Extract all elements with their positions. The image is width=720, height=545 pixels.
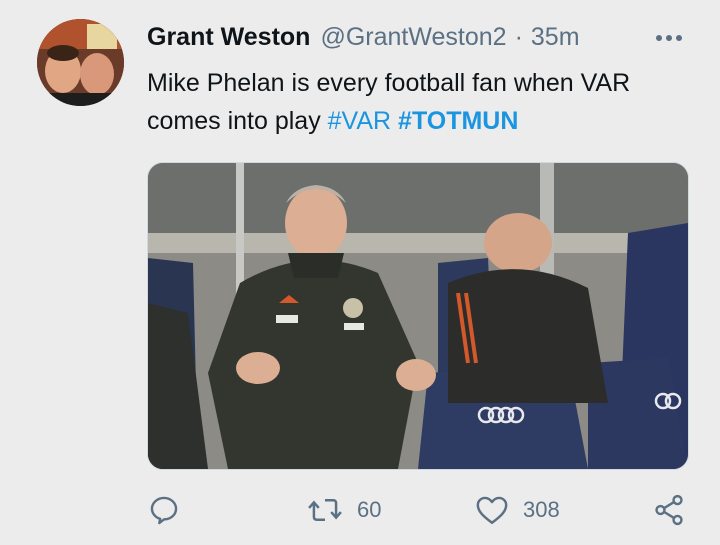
hashtag-totmun[interactable]: #TOTMUN [398, 107, 518, 135]
like-count: 308 [523, 497, 560, 522]
retweet-count: 60 [357, 497, 382, 522]
share-button[interactable] [652, 490, 686, 530]
author-name[interactable]: Grant Weston [147, 23, 310, 52]
retweet-button[interactable]: 60 [307, 490, 381, 530]
tweet-time[interactable]: 35m [531, 23, 580, 52]
hashtag-var[interactable]: #VAR [328, 107, 391, 135]
more-options-button[interactable] [652, 26, 686, 50]
separator: · [514, 22, 523, 51]
avatar-image [37, 19, 124, 106]
tweet-text: Mike Phelan is every football fan when V… [147, 64, 707, 140]
retweet-icon [308, 499, 342, 521]
avatar[interactable] [37, 19, 124, 106]
reply-button[interactable] [147, 490, 181, 530]
heart-icon [476, 496, 508, 524]
tweet-header: Grant Weston @GrantWeston2 · 35m [147, 20, 700, 54]
author-handle[interactable]: @GrantWeston2 [320, 23, 506, 52]
like-button[interactable]: 308 [475, 490, 560, 530]
share-icon [655, 494, 683, 526]
tweet-actions: 60 308 [147, 490, 692, 530]
reply-icon [150, 496, 178, 525]
media-photo [148, 163, 688, 469]
tweet-media[interactable] [147, 162, 689, 470]
more-icon [656, 35, 682, 41]
